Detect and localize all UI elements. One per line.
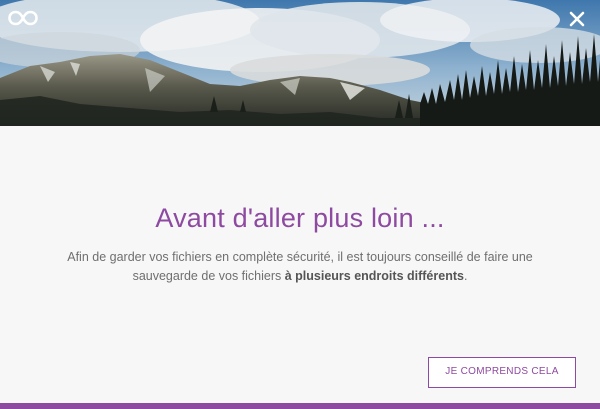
confirm-button[interactable]: JE COMPRENDS CELA: [428, 357, 576, 388]
dialog-title: Avant d'aller plus loin ...: [155, 203, 445, 233]
accent-bottom-bar: [0, 403, 600, 409]
mountain-banner-image: [0, 0, 600, 126]
backup-warning-dialog: Avant d'aller plus loin ... Afin de gard…: [0, 0, 600, 409]
dialog-content: Avant d'aller plus loin ... Afin de gard…: [0, 126, 600, 403]
close-icon[interactable]: [568, 10, 586, 28]
infinity-icon[interactable]: [8, 8, 38, 28]
mountain-landscape: [0, 0, 600, 126]
message-emphasis: à plusieurs endroits différents: [284, 269, 464, 283]
dialog-message: Afin de garder vos fichiers en complète …: [55, 248, 545, 286]
message-end: .: [463, 269, 468, 283]
